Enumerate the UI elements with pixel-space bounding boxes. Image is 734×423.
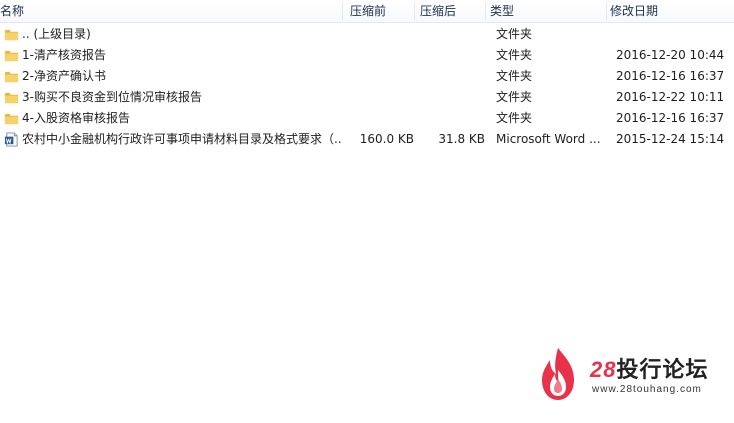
file-size-before: 160.0 KB bbox=[359, 132, 414, 146]
file-type: Microsoft Word ... bbox=[496, 132, 601, 146]
watermark-title: 28投行论坛 bbox=[590, 352, 709, 384]
file-size-before bbox=[342, 45, 414, 66]
column-header-type[interactable]: 类型 bbox=[490, 0, 514, 22]
file-size-after bbox=[414, 66, 485, 87]
file-name: 农村中小金融机构行政许可事项申请材料目录及格式要求（... bbox=[22, 132, 342, 146]
column-divider[interactable] bbox=[414, 2, 415, 20]
file-modified-date: 2016-12-22 10:11 bbox=[616, 90, 725, 104]
file-name: 2-净资产确认书 bbox=[22, 69, 106, 83]
file-row[interactable]: 农村中小金融机构行政许可事项申请材料目录及格式要求（... 160.0 KB 3… bbox=[0, 129, 734, 150]
file-row[interactable]: 1-清产核资报告 文件夹 2016-12-20 10:44 bbox=[0, 45, 734, 66]
file-size-after bbox=[414, 108, 485, 129]
file-type: 文件夹 bbox=[496, 90, 533, 104]
file-name: 3-购买不良资金到位情况审核报告 bbox=[22, 90, 202, 104]
file-size-after: 31.8 KB bbox=[438, 132, 485, 146]
file-size-after bbox=[414, 24, 485, 45]
flame-logo-icon bbox=[542, 348, 574, 400]
file-name: 1-清产核资报告 bbox=[22, 48, 106, 62]
file-row-parent-directory[interactable]: .. (上级目录) 文件夹 bbox=[0, 24, 734, 45]
file-type: 文件夹 bbox=[496, 111, 533, 125]
file-modified-date: 2016-12-16 16:37 bbox=[616, 69, 725, 83]
file-row[interactable]: 3-购买不良资金到位情况审核报告 文件夹 2016-12-22 10:11 bbox=[0, 87, 734, 108]
file-modified-date: 2016-12-20 10:44 bbox=[616, 48, 725, 62]
file-size-after bbox=[414, 87, 485, 108]
file-modified-date bbox=[616, 24, 731, 45]
folder-icon bbox=[4, 29, 19, 41]
word-doc-icon bbox=[4, 132, 18, 147]
file-size-before bbox=[342, 66, 414, 87]
folder-icon bbox=[4, 113, 19, 125]
file-size-before bbox=[342, 87, 414, 108]
file-name: 4-入股资格审核报告 bbox=[22, 111, 130, 125]
column-header-bar: 名称 压缩前 压缩后 类型 修改日期 bbox=[0, 0, 734, 23]
file-size-before bbox=[342, 108, 414, 129]
file-modified-date: 2016-12-16 16:37 bbox=[616, 111, 725, 125]
column-divider[interactable] bbox=[342, 2, 343, 20]
watermark-url: www.28touhang.com bbox=[592, 384, 702, 395]
folder-icon bbox=[4, 92, 19, 104]
column-header-name[interactable]: 名称 bbox=[0, 0, 24, 22]
watermark-title-text: 投行论坛 bbox=[616, 357, 709, 382]
file-type: 文件夹 bbox=[496, 27, 533, 41]
column-header-size-before[interactable]: 压缩前 bbox=[350, 0, 386, 22]
folder-icon bbox=[4, 50, 19, 62]
watermark-number: 28 bbox=[590, 357, 617, 382]
file-list: .. (上级目录) 文件夹 1-清产核资报告 文件夹 2016-12-20 10… bbox=[0, 24, 734, 150]
column-header-size-after[interactable]: 压缩后 bbox=[420, 0, 456, 22]
archive-file-list-window: 名称 压缩前 压缩后 类型 修改日期 .. (上级目录) 文件夹 1-清产核资报… bbox=[0, 0, 734, 423]
file-name: .. (上级目录) bbox=[22, 27, 91, 41]
watermark-logo: 28投行论坛 www.28touhang.com bbox=[536, 346, 726, 406]
file-type: 文件夹 bbox=[496, 69, 533, 83]
folder-icon bbox=[4, 71, 19, 83]
file-row[interactable]: 4-入股资格审核报告 文件夹 2016-12-16 16:37 bbox=[0, 108, 734, 129]
column-divider[interactable] bbox=[606, 2, 607, 20]
file-size-after bbox=[414, 45, 485, 66]
file-type: 文件夹 bbox=[496, 48, 533, 62]
file-size-before bbox=[342, 24, 414, 45]
column-divider[interactable] bbox=[485, 2, 486, 20]
file-modified-date: 2015-12-24 15:14 bbox=[616, 132, 725, 146]
file-row[interactable]: 2-净资产确认书 文件夹 2016-12-16 16:37 bbox=[0, 66, 734, 87]
column-header-modified[interactable]: 修改日期 bbox=[610, 0, 658, 22]
